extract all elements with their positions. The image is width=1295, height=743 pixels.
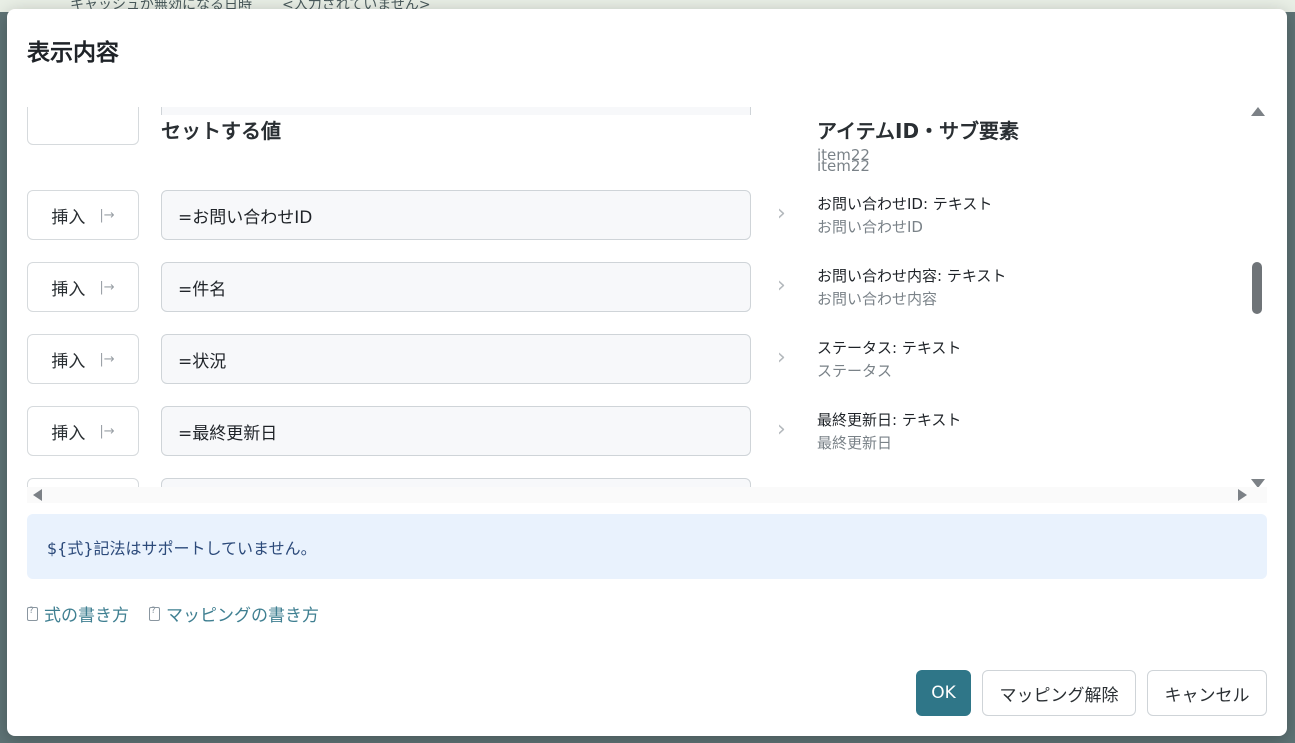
- mapping-table: item22 セットする値 アイテムID・サブ要素 item22 挿入 |→ =…: [27, 107, 1267, 495]
- arrow-to-line-icon: |→: [99, 423, 115, 439]
- insert-label: 挿入: [51, 279, 86, 300]
- vertical-scrollbar[interactable]: [1251, 107, 1267, 488]
- item-sub: 最終更新日: [817, 434, 893, 452]
- dialog-title: 表示内容: [27, 40, 119, 66]
- table-row: 挿入 |→ =最終更新日 › 最終更新日: テキスト 最終更新日: [27, 406, 1247, 458]
- unmap-button[interactable]: マッピング解除: [982, 670, 1136, 716]
- mapping-help-label: マッピングの書き方: [166, 606, 319, 626]
- arrow-to-line-icon: |→: [99, 207, 115, 223]
- insert-button[interactable]: [27, 107, 139, 145]
- item-sub: item22: [817, 157, 870, 175]
- insert-label: 挿入: [51, 207, 86, 228]
- ok-button[interactable]: OK: [916, 670, 971, 716]
- formula-help-label: 式の書き方: [44, 606, 129, 626]
- scroll-left-icon[interactable]: [33, 489, 42, 501]
- insert-label: 挿入: [51, 351, 86, 372]
- header-value: セットする値: [161, 115, 761, 147]
- scroll-right-icon[interactable]: [1238, 489, 1247, 501]
- info-banner: ${式}記法はサポートしていません。: [27, 514, 1267, 579]
- scroll-thumb[interactable]: [1252, 262, 1262, 314]
- header-item: アイテムID・サブ要素: [817, 115, 1217, 147]
- item-sub: ステータス: [817, 362, 893, 380]
- item-name: 最終更新日: テキスト: [817, 411, 962, 429]
- horizontal-scrollbar[interactable]: [27, 487, 1267, 503]
- arrow-to-line-icon: |→: [99, 351, 115, 367]
- value-input[interactable]: =お問い合わせID: [161, 190, 751, 240]
- value-input[interactable]: =件名: [161, 262, 751, 312]
- table-row: 挿入 |→ =件名 › お問い合わせ内容: テキスト お問い合わせ内容: [27, 262, 1247, 314]
- chevron-right-icon: ›: [777, 345, 786, 370]
- formula-help-link[interactable]: 式の書き方: [27, 601, 129, 626]
- cancel-button[interactable]: キャンセル: [1147, 670, 1267, 716]
- insert-button[interactable]: 挿入 |→: [27, 190, 139, 240]
- display-content-dialog: 表示内容 item22 セットする値 アイテムID・サブ要素 item22 挿入…: [7, 9, 1287, 736]
- document-help-icon: [27, 606, 38, 621]
- insert-button[interactable]: 挿入 |→: [27, 406, 139, 456]
- arrow-to-line-icon: |→: [99, 279, 115, 295]
- scroll-up-icon[interactable]: [1251, 107, 1265, 116]
- table-row: 挿入 |→ =お問い合わせID › お問い合わせID: テキスト お問い合わせI…: [27, 190, 1247, 242]
- item-sub: お問い合わせID: [817, 218, 923, 236]
- insert-button[interactable]: 挿入 |→: [27, 334, 139, 384]
- chevron-right-icon: ›: [777, 273, 786, 298]
- item-sub: お問い合わせ内容: [817, 290, 938, 308]
- mapping-help-link[interactable]: マッピングの書き方: [149, 601, 319, 626]
- dialog-footer: OK マッピング解除 キャンセル: [916, 670, 1267, 716]
- chevron-right-icon: ›: [777, 417, 786, 442]
- item-name: お問い合わせID: テキスト: [817, 195, 993, 213]
- insert-button[interactable]: 挿入 |→: [27, 262, 139, 312]
- help-links: 式の書き方 マッピングの書き方: [27, 601, 319, 626]
- table-row: 挿入 |→ =状況 › ステータス: テキスト ステータス: [27, 334, 1247, 386]
- item-name: お問い合わせ内容: テキスト: [817, 267, 1007, 285]
- chevron-right-icon: ›: [777, 201, 786, 226]
- item-name: ステータス: テキスト: [817, 339, 962, 357]
- value-input[interactable]: =状況: [161, 334, 751, 384]
- document-help-icon: [149, 606, 160, 621]
- insert-label: 挿入: [51, 423, 86, 444]
- value-input[interactable]: =最終更新日: [161, 406, 751, 456]
